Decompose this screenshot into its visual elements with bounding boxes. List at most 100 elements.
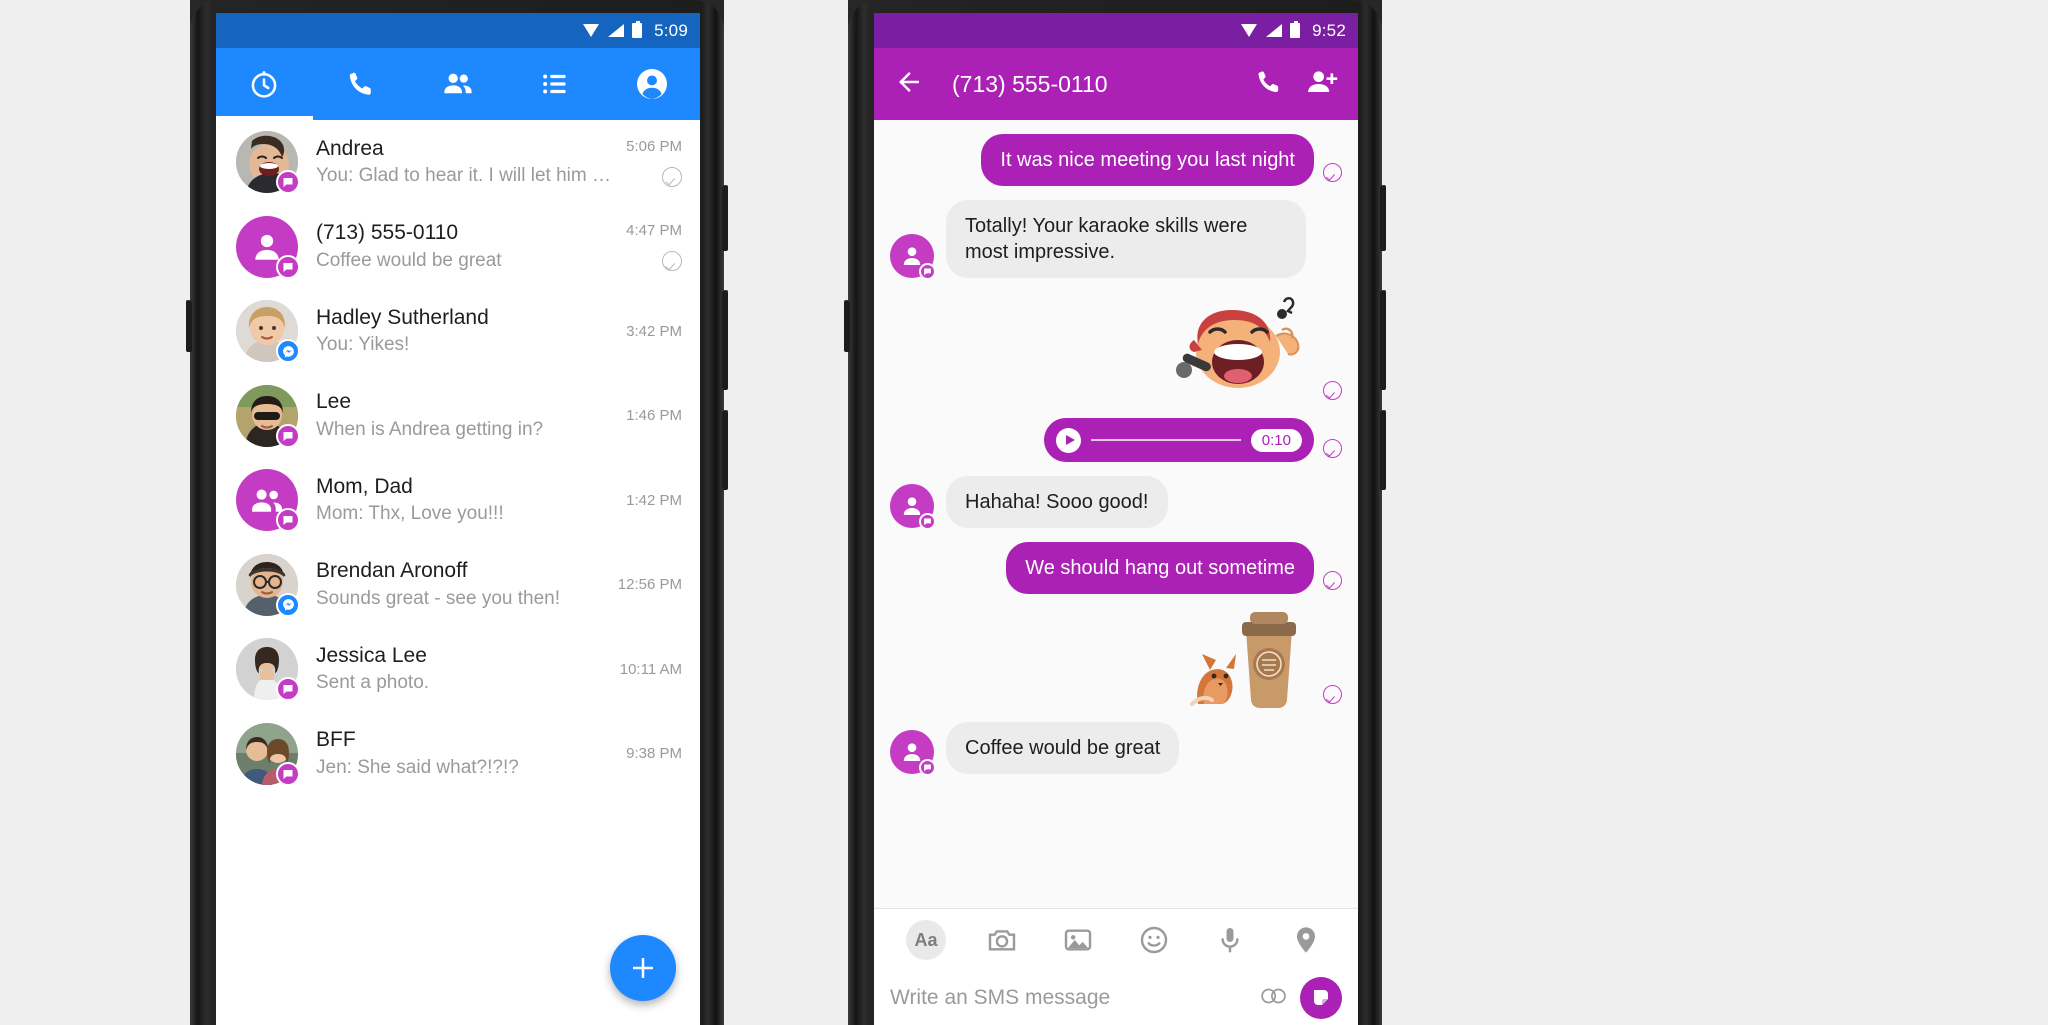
conversation-row-lee[interactable]: Lee When is Andrea getting in? 1:46 PM bbox=[216, 374, 700, 459]
conversation-meta: 12:56 PM bbox=[618, 576, 682, 593]
play-icon[interactable] bbox=[1056, 427, 1081, 453]
screen-left: 5:09 Andrea You: Glad to hear it. I will… bbox=[216, 13, 700, 1025]
message-row-out: It was nice meeting you last night bbox=[890, 134, 1342, 186]
composer-text-button[interactable]: Aa bbox=[888, 920, 964, 960]
phone-device-right: 9:52 (713) 555-0110 It was nice meeting … bbox=[844, 0, 1386, 1025]
emoji-button[interactable] bbox=[1260, 983, 1286, 1014]
send-button[interactable] bbox=[1300, 977, 1342, 1019]
message-row-in: Totally! Your karaoke skills were most i… bbox=[890, 200, 1342, 280]
volume-button-right[interactable] bbox=[844, 300, 850, 352]
message-bubble-in[interactable]: Totally! Your karaoke skills were most i… bbox=[946, 200, 1306, 278]
conversation-meta: 10:11 AM bbox=[620, 661, 682, 678]
tab-calls[interactable] bbox=[313, 48, 410, 120]
sent-check-icon bbox=[1323, 381, 1342, 400]
conversation-time: 1:46 PM bbox=[626, 407, 682, 425]
conversation-time: 3:42 PM bbox=[626, 322, 682, 340]
composer-camera-button[interactable] bbox=[964, 924, 1040, 956]
signal-icon bbox=[608, 24, 625, 37]
conversation-meta: 1:46 PM bbox=[626, 407, 682, 424]
back-button[interactable] bbox=[894, 67, 924, 102]
message-row-out: We should hang out sometime bbox=[890, 542, 1342, 594]
tab-recents[interactable] bbox=[216, 48, 313, 120]
battery-icon bbox=[632, 21, 643, 38]
tab-people[interactable] bbox=[410, 48, 507, 120]
conversation-row-mom-dad[interactable]: Mom, Dad Mom: Thx, Love you!!! 1:42 PM bbox=[216, 458, 700, 543]
volume-rocker-left[interactable] bbox=[722, 290, 728, 390]
message-thread[interactable]: It was nice meeting you last night Total… bbox=[874, 120, 1358, 1025]
conversation-list[interactable]: Andrea You: Glad to hear it. I will let … bbox=[216, 120, 700, 1025]
conversation-row-713-555-0110[interactable]: (713) 555-0110 Coffee would be great 4:4… bbox=[216, 205, 700, 290]
avatar-wrap bbox=[236, 638, 300, 702]
composer-location-button[interactable] bbox=[1268, 924, 1344, 956]
conversation-snippet: Mom: Thx, Love you!!! bbox=[316, 503, 504, 525]
sent-check-icon bbox=[1323, 163, 1342, 182]
phone-icon bbox=[1258, 70, 1279, 92]
audio-progress-track[interactable] bbox=[1091, 439, 1241, 441]
badge-sms-icon bbox=[276, 508, 300, 533]
message-row-audio: 0:10 bbox=[890, 418, 1342, 462]
conversation-snippet: You: Yikes! bbox=[316, 334, 410, 356]
conversation-text: Hadley Sutherland You: Yikes! bbox=[316, 305, 616, 358]
tab-profile[interactable] bbox=[603, 48, 700, 120]
composer-input-row[interactable]: Write an SMS message bbox=[874, 971, 1358, 1025]
avatar-wrap bbox=[236, 215, 300, 279]
sent-check-icon bbox=[662, 251, 682, 272]
call-button[interactable] bbox=[1254, 67, 1284, 102]
coffee-cup-fox-sticker[interactable] bbox=[1184, 608, 1314, 708]
conversation-row-bff[interactable]: BFF Jen: She said what?!?!? 9:38 PM bbox=[216, 712, 700, 797]
battery-icon bbox=[1290, 21, 1301, 38]
send-sticker-icon bbox=[1314, 990, 1328, 1005]
volume-rocker2-left[interactable] bbox=[722, 410, 728, 490]
composer-stickers-button[interactable] bbox=[1116, 924, 1192, 956]
message-bubble-out[interactable]: It was nice meeting you last night bbox=[981, 134, 1314, 186]
volume-rocker-right[interactable] bbox=[1380, 290, 1386, 390]
sent-check-icon bbox=[1323, 685, 1342, 704]
person-circle-icon bbox=[636, 69, 667, 99]
conversation-meta: 5:06 PM bbox=[626, 138, 682, 187]
badge-sms-icon bbox=[919, 759, 936, 776]
screen-right: 9:52 (713) 555-0110 It was nice meeting … bbox=[874, 13, 1358, 1025]
conversation-text: Jessica Lee Sent a photo. bbox=[316, 643, 610, 696]
conversation-row-hadley-sutherland[interactable]: Hadley Sutherland You: Yikes! 3:42 PM bbox=[216, 289, 700, 374]
conversation-snippet: Sounds great - see you then! bbox=[316, 587, 560, 609]
conversation-row-brendan-aronoff[interactable]: Brendan Aronoff Sounds great - see you t… bbox=[216, 543, 700, 628]
phone-device-left: 5:09 Andrea You: Glad to hear it. I will… bbox=[186, 0, 728, 1025]
wifi-icon bbox=[583, 24, 600, 37]
message-bubble-in[interactable]: Coffee would be great bbox=[946, 722, 1180, 774]
conversation-text: Brendan Aronoff Sounds great - see you t… bbox=[316, 558, 608, 611]
conversation-text: (713) 555-0110 Coffee would be great bbox=[316, 220, 616, 273]
wifi-icon bbox=[1241, 24, 1258, 37]
conversation-row-andrea[interactable]: Andrea You: Glad to hear it. I will let … bbox=[216, 120, 700, 205]
volume-rocker2-right[interactable] bbox=[1380, 410, 1386, 490]
sent-check-icon bbox=[1323, 439, 1342, 458]
conversation-name: Mom, Dad bbox=[316, 474, 413, 498]
message-bubble-in[interactable]: Hahaha! Sooo good! bbox=[946, 476, 1168, 528]
conversation-name: Lee bbox=[316, 390, 352, 414]
power-button-right[interactable] bbox=[1380, 185, 1386, 251]
tab-groups[interactable] bbox=[506, 48, 603, 120]
person-add-icon bbox=[1308, 70, 1338, 92]
message-bubble-out[interactable]: We should hang out sometime bbox=[1006, 542, 1314, 594]
power-button-left[interactable] bbox=[722, 185, 728, 251]
composer-icon-bar: Aa bbox=[874, 909, 1358, 971]
conversation-time: 1:42 PM bbox=[626, 491, 682, 509]
message-input[interactable]: Write an SMS message bbox=[890, 986, 1246, 1010]
composer-voice-button[interactable] bbox=[1192, 924, 1268, 956]
conversation-name: Hadley Sutherland bbox=[316, 305, 489, 329]
composer-gallery-button[interactable] bbox=[1040, 924, 1116, 956]
conversation-snippet: Jen: She said what?!?!? bbox=[316, 756, 519, 778]
new-message-fab[interactable] bbox=[610, 935, 676, 1001]
badge-sms-icon bbox=[919, 263, 936, 280]
add-person-button[interactable] bbox=[1306, 66, 1338, 103]
microphone-icon bbox=[1221, 928, 1239, 953]
sent-check-icon bbox=[1323, 571, 1342, 590]
conversation-name: Jessica Lee bbox=[316, 643, 427, 667]
karaoke-singer-sticker[interactable] bbox=[1164, 292, 1314, 404]
conversation-meta: 4:47 PM bbox=[626, 222, 682, 272]
message-row-in: Hahaha! Sooo good! bbox=[890, 476, 1342, 530]
volume-button-left[interactable] bbox=[186, 300, 192, 352]
conversation-time: 12:56 PM bbox=[617, 576, 682, 594]
audio-player[interactable]: 0:10 bbox=[1044, 418, 1314, 462]
tab-bar bbox=[216, 48, 700, 120]
conversation-row-jessica-lee[interactable]: Jessica Lee Sent a photo. 10:11 AM bbox=[216, 627, 700, 712]
